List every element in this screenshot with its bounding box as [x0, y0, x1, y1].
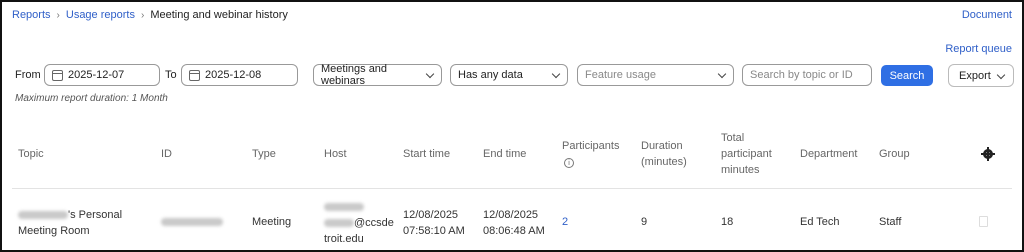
- meeting-type-select[interactable]: Meetings and webinars: [313, 63, 442, 87]
- report-duration-note: Maximum report duration: 1 Month: [15, 93, 168, 104]
- feature-usage-select[interactable]: Feature usage: [577, 64, 734, 86]
- export-button[interactable]: Export: [948, 64, 1014, 87]
- redacted-text: [324, 203, 364, 212]
- chevron-down-icon: [551, 69, 561, 79]
- data-filter-value: Has any data: [458, 69, 523, 81]
- col-header-host: Host: [324, 148, 347, 160]
- chevron-right-icon: ›: [56, 9, 60, 21]
- to-date-field[interactable]: 2025-12-08: [181, 64, 298, 86]
- meeting-type-value: Meetings and webinars: [321, 63, 388, 87]
- col-header-department: Department: [800, 148, 858, 160]
- col-header-id: ID: [161, 148, 172, 160]
- col-header-duration-unit: (minutes): [641, 156, 687, 168]
- redacted-text: [18, 211, 68, 220]
- info-icon: i: [564, 158, 574, 168]
- feature-usage-placeholder: Feature usage: [585, 69, 656, 81]
- participants-link[interactable]: 2: [562, 216, 568, 228]
- redacted-text: [324, 219, 354, 228]
- redacted-text: [161, 218, 223, 227]
- export-label: Export: [959, 69, 991, 82]
- chevron-down-icon: [996, 70, 1006, 80]
- filter-bar: From 2025-12-07 To 2025-12-08 Meetings a…: [12, 63, 1016, 87]
- col-header-topic: Topic: [18, 148, 44, 160]
- row-end-time: 08:06:48 AM: [483, 225, 545, 237]
- chevron-down-icon: [717, 69, 727, 79]
- document-link[interactable]: Document: [962, 9, 1012, 21]
- row-action-icon[interactable]: [979, 216, 988, 227]
- from-label: From: [15, 69, 41, 81]
- calendar-icon: [52, 69, 63, 81]
- col-header-group: Group: [879, 148, 910, 160]
- breadcrumb-usage-reports[interactable]: Usage reports: [66, 9, 135, 21]
- row-start-time: 07:58:10 AM: [403, 225, 465, 237]
- col-header-type: Type: [252, 148, 276, 160]
- breadcrumb-current: Meeting and webinar history: [150, 9, 288, 21]
- row-topic-suffix: 's Personal: [68, 209, 123, 221]
- header-divider: [12, 188, 1012, 189]
- report-queue-link[interactable]: Report queue: [945, 43, 1012, 55]
- calendar-icon: [189, 69, 200, 81]
- to-date-value: 2025-12-08: [205, 69, 262, 81]
- row-host-domain: @ccsde: [354, 217, 394, 229]
- participants-info[interactable]: i: [564, 152, 574, 173]
- row-total-minutes: 18: [721, 216, 734, 228]
- row-participants: 2: [562, 212, 568, 232]
- col-header-start-time: Start time: [403, 148, 451, 160]
- breadcrumb: Reports › Usage reports › Meeting and we…: [12, 9, 288, 21]
- row-duration: 9: [641, 216, 648, 228]
- col-header-end-time: End time: [483, 148, 527, 160]
- chevron-right-icon: ›: [140, 9, 145, 21]
- from-date-value: 2025-12-07: [68, 69, 125, 81]
- breadcrumb-reports[interactable]: Reports: [12, 9, 51, 21]
- row-type: Meeting: [252, 216, 292, 228]
- report-page: Reports › Usage reports › Meeting and we…: [0, 0, 1024, 252]
- gear-icon[interactable]: [981, 147, 995, 161]
- from-date-field[interactable]: 2025-12-07: [44, 64, 160, 86]
- search-button[interactable]: Search: [881, 65, 933, 86]
- row-topic-line2: Meeting Room: [18, 225, 90, 237]
- data-filter-select[interactable]: Has any data: [450, 64, 568, 86]
- search-input[interactable]: Search by topic or ID: [742, 64, 872, 86]
- row-id: [161, 212, 223, 232]
- row-host-line3: troit.edu: [324, 233, 364, 245]
- col-header-total-minutes: minutes: [721, 164, 760, 176]
- row-department: Ed Tech: [800, 216, 840, 228]
- search-placeholder: Search by topic or ID: [750, 69, 853, 81]
- to-label: To: [165, 69, 177, 81]
- row-group: Staff: [879, 216, 902, 228]
